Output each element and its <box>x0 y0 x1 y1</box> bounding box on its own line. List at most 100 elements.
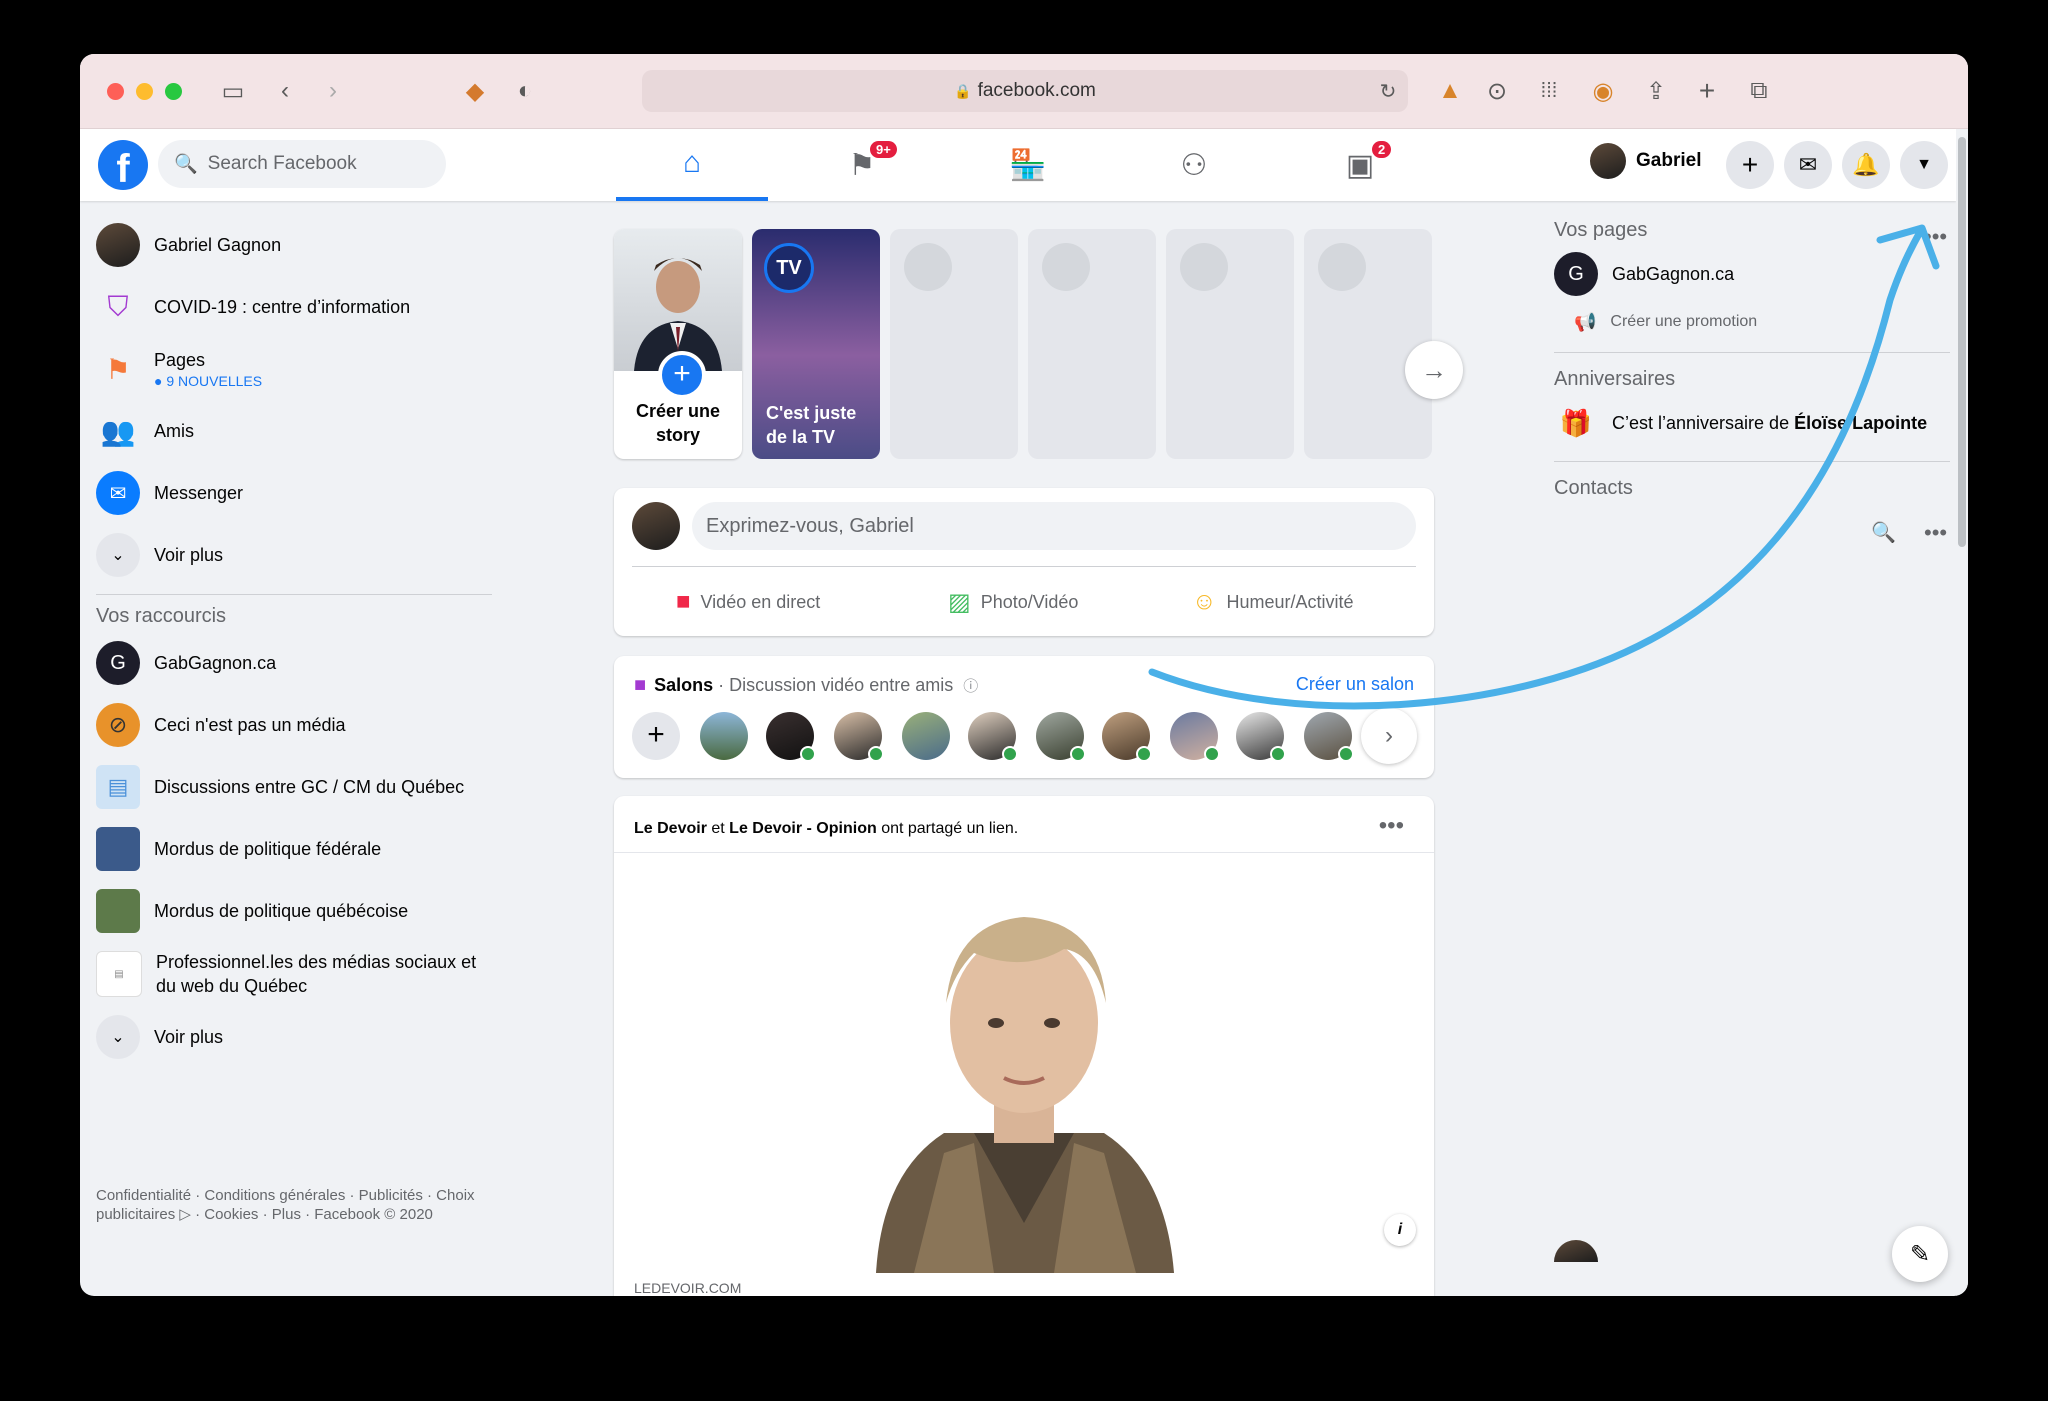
your-pages-title: Vos pages <box>1554 219 1648 241</box>
extension-box-icon[interactable]: ◆ <box>458 74 492 108</box>
share-icon[interactable]: ⇪ <box>1639 74 1673 108</box>
tab-home[interactable]: ⌂ <box>616 129 768 201</box>
live-video-button[interactable]: ■ Vidéo en direct <box>676 580 820 624</box>
tab-gaming[interactable]: ▣ 2 <box>1284 129 1436 201</box>
pages-options-icon[interactable]: ••• <box>1924 224 1947 250</box>
shortcut-label: Mordus de politique fédérale <box>154 838 382 859</box>
scrollbar-thumb[interactable] <box>1958 137 1966 547</box>
create-room-link[interactable]: Créer un salon <box>1296 674 1414 695</box>
minimize-window-button[interactable] <box>136 83 153 100</box>
contacts-options-icon[interactable]: ••• <box>1924 520 1947 546</box>
friend-avatar[interactable] <box>1036 712 1086 762</box>
profile-chip[interactable]: Gabriel <box>1590 143 1701 179</box>
sidebar-item-covid[interactable]: ⛉ COVID-19 : centre d’information <box>96 276 496 338</box>
tab-pages[interactable]: ⚑ 9+ <box>786 129 938 201</box>
sidebar-item-label: COVID-19 : centre d’information <box>154 296 411 317</box>
avatar <box>96 223 140 267</box>
composer-input[interactable]: Exprimez-vous, Gabriel <box>692 502 1416 550</box>
birthday-item[interactable]: 🎁 C’est l’anniversaire de Éloïse Lapoint… <box>1554 395 1950 451</box>
scrollbar[interactable] <box>1956 129 1968 1296</box>
tab-marketplace[interactable]: 🏪 <box>952 129 1104 201</box>
back-icon[interactable]: ‹ <box>268 74 302 108</box>
tabs-overview-icon[interactable]: ⧉ <box>1742 74 1776 108</box>
shortcut-item[interactable]: ⊘ Ceci n'est pas un média <box>96 694 496 756</box>
gaming-badge: 2 <box>1372 141 1392 158</box>
password-icon[interactable]: ◉ <box>1586 74 1620 108</box>
story-photo: + <box>614 229 742 399</box>
shield-heart-icon: ⛉ <box>107 290 129 322</box>
address-bar[interactable]: 🔒 facebook.com <box>642 70 1408 112</box>
shortcut-item[interactable]: Mordus de politique fédérale <box>96 818 496 880</box>
chevron-down-icon: ⌄ <box>96 1015 140 1059</box>
shortcut-label: Professionnel.les des médias sociaux et … <box>156 952 477 996</box>
shortcut-item[interactable]: G GabGagnon.ca <box>96 632 496 694</box>
gift-icon: 🎁 <box>1559 407 1593 438</box>
post-author-link[interactable]: Le Devoir <box>634 820 707 837</box>
friend-avatar[interactable] <box>1170 712 1220 762</box>
facebook-logo[interactable]: f <box>98 140 148 190</box>
search-field[interactable]: 🔍 Search Facebook <box>158 140 446 188</box>
forward-icon[interactable]: › <box>316 74 350 108</box>
sidebar-item-friends[interactable]: 👥 Amis <box>96 400 496 462</box>
notifications-button[interactable]: 🔔 <box>1842 141 1890 189</box>
shield-icon[interactable]: ◐ <box>508 74 542 108</box>
shortcut-item[interactable]: Mordus de politique québécoise <box>96 880 496 942</box>
tab-groups[interactable]: ⚇ <box>1118 129 1270 201</box>
new-message-button[interactable]: ✎ <box>1892 1226 1948 1282</box>
friend-avatar[interactable] <box>1304 712 1354 762</box>
stories-next-button[interactable]: → <box>1405 341 1463 399</box>
avatar[interactable] <box>1554 1240 1598 1262</box>
shortcuts-see-more[interactable]: ⌄ Voir plus <box>96 1006 496 1068</box>
online-indicator <box>800 746 816 762</box>
sidebar-item-pages[interactable]: ⚑ Pages ● 9 NOUVELLES <box>96 338 496 400</box>
info-icon[interactable]: ⓘ <box>963 675 978 696</box>
friend-avatar[interactable] <box>1102 712 1152 762</box>
story-placeholder <box>1166 229 1294 459</box>
sidebar-item-profile[interactable]: Gabriel Gagnon <box>96 214 496 276</box>
more-options-icon[interactable]: ••• <box>1379 812 1404 840</box>
page-item[interactable]: G GabGagnon.ca <box>1554 246 1950 302</box>
friend-avatar[interactable] <box>700 712 748 760</box>
zoom-window-button[interactable] <box>165 83 182 100</box>
download-icon[interactable]: ⊙ <box>1480 74 1514 108</box>
create-room-avatar[interactable]: + <box>632 712 680 760</box>
create-button[interactable]: + <box>1726 141 1774 189</box>
friend-avatar[interactable] <box>902 712 950 760</box>
shortcut-label: GabGagnon.ca <box>154 652 277 673</box>
info-icon[interactable]: i <box>1384 1214 1416 1246</box>
friend-avatar[interactable] <box>968 712 1018 762</box>
placeholder-avatar <box>1318 243 1366 291</box>
shortcut-item[interactable]: ▤ Discussions entre GC / CM du Québec <box>96 756 496 818</box>
action-label: Vidéo en direct <box>700 591 821 612</box>
account-menu-button[interactable]: ▼ <box>1900 141 1948 189</box>
grid-icon[interactable]: ⁞⁞⁞ <box>1532 74 1566 108</box>
sidebar-item-label: Voir plus <box>154 544 224 565</box>
messenger-icon: ✉ <box>1798 152 1818 177</box>
shortcut-item[interactable]: ▤ Professionnel.les des médias sociaux e… <box>96 942 496 1006</box>
post-author-link[interactable]: Le Devoir - Opinion <box>729 820 877 837</box>
messenger-button[interactable]: ✉ <box>1784 141 1832 189</box>
friend-avatar[interactable] <box>834 712 884 762</box>
friend-avatar[interactable] <box>766 712 816 762</box>
rooms-title: ■ Salons · Discussion vidéo entre amis ⓘ <box>634 674 978 697</box>
rooms-next-button[interactable]: › <box>1361 708 1417 764</box>
reload-icon[interactable]: ↻ <box>1371 74 1405 108</box>
close-window-button[interactable] <box>107 83 124 100</box>
create-promotion-link[interactable]: 📢 Créer une promotion <box>1554 302 1950 342</box>
composer-placeholder: Exprimez-vous, Gabriel <box>706 514 914 537</box>
sidebar-item-messenger[interactable]: ✉ Messenger <box>96 462 496 524</box>
extension-flask-icon[interactable]: ▲ <box>1433 74 1467 108</box>
footer-links[interactable]: Confidentialité · Conditions générales ·… <box>96 1186 496 1224</box>
post-link-image[interactable] <box>614 852 1434 1273</box>
online-indicator <box>1204 746 1220 762</box>
sidebar-item-label: Amis <box>154 420 194 441</box>
search-icon[interactable]: 🔍 <box>1871 520 1896 545</box>
sidebar-icon[interactable]: ▭ <box>216 74 250 108</box>
story-card[interactable]: TV C'est juste de la TV <box>752 229 880 459</box>
new-tab-icon[interactable]: + <box>1690 74 1724 108</box>
sidebar-see-more[interactable]: ⌄ Voir plus <box>96 524 496 586</box>
feeling-activity-button[interactable]: ☺ Humeur/Activité <box>1192 580 1354 624</box>
create-story-card[interactable]: + Créer une story <box>614 229 742 459</box>
photo-video-button[interactable]: ▨ Photo/Vidéo <box>948 580 1078 624</box>
friend-avatar[interactable] <box>1236 712 1286 762</box>
